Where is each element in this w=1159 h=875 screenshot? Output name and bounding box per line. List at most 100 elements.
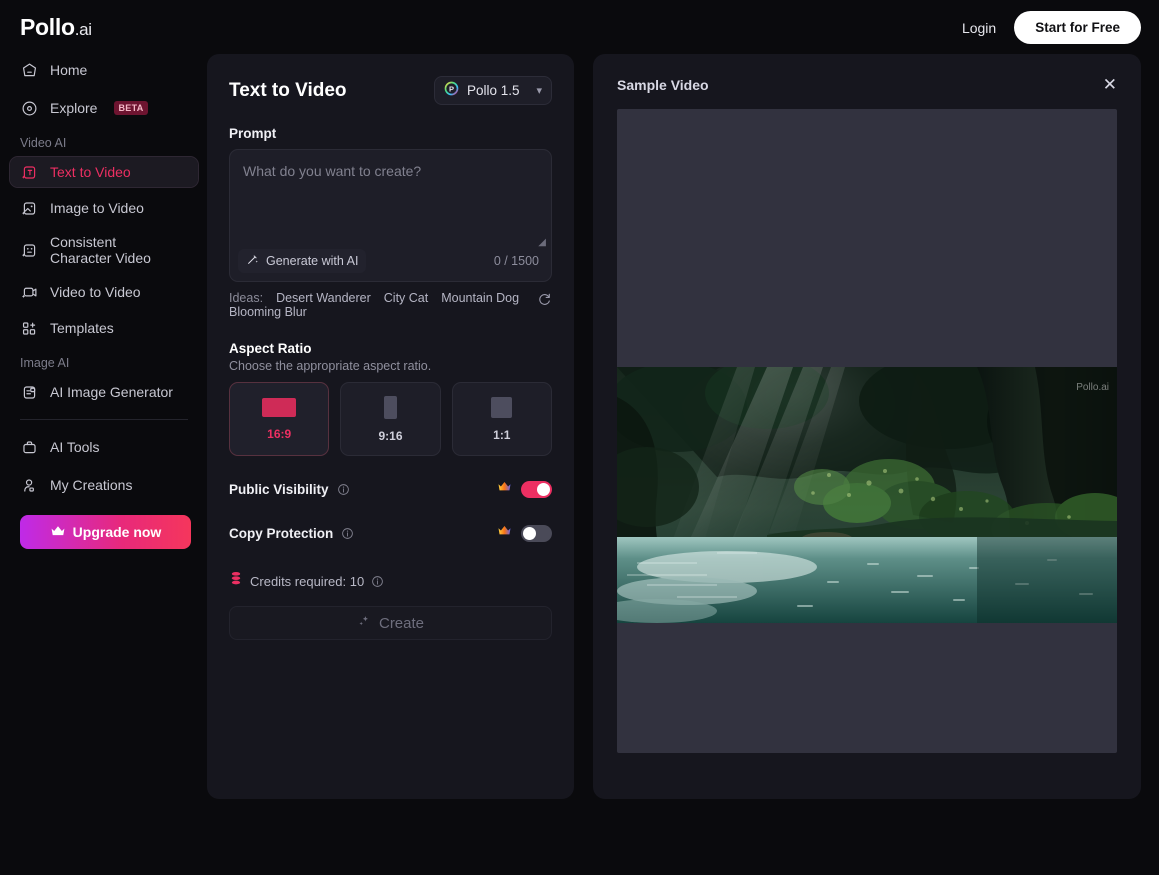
- crown-icon: [497, 524, 512, 542]
- toggle-knob: [523, 526, 536, 540]
- sidebar-item-image-to-video-label: Image to Video: [50, 199, 144, 216]
- aspect-ratio-1-1-label: 1:1: [493, 427, 511, 442]
- sidebar-item-explore[interactable]: Explore BETA: [10, 93, 198, 123]
- prompt-placeholder: What do you want to create?: [243, 163, 422, 179]
- sidebar-item-consistent-character-video[interactable]: Consistent Character Video: [10, 229, 198, 271]
- public-visibility-toggle[interactable]: [521, 480, 552, 498]
- upgrade-now-label: Upgrade now: [72, 524, 162, 540]
- chevron-down-icon: ▾: [536, 85, 542, 97]
- sidebar-item-ai-tools[interactable]: AI Tools: [10, 432, 198, 462]
- prompt-input[interactable]: What do you want to create? ◢ Generate w…: [229, 149, 552, 282]
- sidebar-item-video-to-video[interactable]: Video to Video: [10, 277, 198, 307]
- ai-image-generator-icon: [20, 383, 38, 401]
- sidebar-section-image-ai: Image AI: [20, 356, 70, 370]
- sidebar-item-consistent-character-video-label: Consistent Character Video: [50, 233, 151, 266]
- prompt-footer: Generate with AI 0 / 1500: [238, 249, 539, 273]
- compass-icon: [20, 99, 38, 117]
- copy-protection-label: Copy Protection: [229, 525, 334, 541]
- refresh-icon[interactable]: [537, 292, 552, 312]
- toolbox-icon: [20, 438, 38, 456]
- consistent-character-icon: [20, 241, 38, 259]
- sidebar-item-image-to-video[interactable]: Image to Video: [10, 193, 198, 223]
- login-link[interactable]: Login: [962, 20, 996, 36]
- sidebar-item-my-creations[interactable]: My Creations: [10, 470, 198, 500]
- home-icon: [20, 61, 38, 79]
- sidebar-item-my-creations-label: My Creations: [50, 476, 133, 493]
- aspect-ratio-1-1[interactable]: 1:1: [451, 382, 552, 456]
- sidebar: Home Explore BETA Video AI Text to Video: [0, 55, 208, 875]
- idea-chip-blooming-blur[interactable]: Blooming Blur: [229, 305, 528, 319]
- info-icon[interactable]: [337, 483, 350, 496]
- model-name-label: Pollo 1.5: [467, 83, 520, 98]
- copy-protection-toggle[interactable]: [521, 524, 552, 542]
- image-to-video-icon: [20, 199, 38, 217]
- resize-handle-icon[interactable]: ◢: [538, 237, 546, 248]
- ratio-shape-16-9: [262, 397, 297, 417]
- sample-video-panel: Sample Video ✕ Pollo.ai: [593, 54, 1141, 799]
- create-button[interactable]: Create: [229, 606, 552, 640]
- info-icon[interactable]: [371, 575, 384, 588]
- brand-logo[interactable]: Pollo.ai: [20, 14, 92, 41]
- aspect-ratio-16-9[interactable]: 16:9: [229, 382, 330, 456]
- sidebar-item-home-label: Home: [50, 61, 88, 78]
- public-visibility-controls: [497, 480, 552, 498]
- ratio-shape-9-16: [383, 395, 397, 419]
- watermark-suffix: .ai: [1098, 382, 1109, 393]
- aspect-ratio-9-16[interactable]: 9:16: [340, 382, 441, 456]
- public-visibility-row: Public Visibility: [229, 480, 552, 498]
- video-stage: Pollo.ai: [617, 109, 1117, 753]
- model-selector[interactable]: P Pollo 1.5 ▾: [434, 76, 552, 105]
- idea-chip-city-cat[interactable]: City Cat: [384, 291, 428, 305]
- magic-wand-icon: [246, 253, 259, 269]
- sidebar-item-templates[interactable]: Templates: [10, 313, 198, 343]
- aspect-ratio-9-16-label: 9:16: [378, 428, 403, 443]
- preview-title: Sample Video: [617, 76, 709, 93]
- video-to-video-icon: [20, 283, 38, 301]
- user-icon: [20, 476, 38, 494]
- sidebar-item-explore-label: Explore: [50, 99, 98, 116]
- info-icon[interactable]: [341, 527, 354, 540]
- watermark-name: Pollo: [1076, 382, 1099, 393]
- sidebar-item-templates-label: Templates: [50, 319, 114, 336]
- credits-required-row: Credits required: 10: [229, 571, 552, 591]
- sparkles-icon: [357, 614, 371, 632]
- text-to-video-icon: [20, 163, 38, 181]
- sidebar-divider: [20, 419, 188, 420]
- generate-with-ai-button[interactable]: Generate with AI: [238, 249, 367, 273]
- close-icon[interactable]: ✕: [1103, 76, 1117, 93]
- text-to-video-form-panel: Text to Video P Pollo 1.5 ▾ Prompt What …: [207, 54, 574, 799]
- character-counter: 0 / 1500: [493, 254, 539, 268]
- idea-chip-desert-wanderer[interactable]: Desert Wanderer: [276, 291, 371, 305]
- start-for-free-button[interactable]: Start for Free: [1014, 11, 1141, 44]
- sample-video-player[interactable]: Pollo.ai: [617, 367, 1117, 623]
- pollo-logo-icon: P: [444, 81, 459, 101]
- generate-with-ai-label: Generate with AI: [266, 254, 359, 268]
- ideas-row: Ideas: Desert Wanderer City Cat Mountain…: [229, 291, 552, 319]
- sidebar-item-home[interactable]: Home: [10, 55, 198, 85]
- preview-header: Sample Video ✕: [617, 76, 1117, 93]
- brand-suffix: .ai: [74, 20, 92, 39]
- prompt-label: Prompt: [229, 126, 277, 141]
- sidebar-item-ai-image-generator[interactable]: AI Image Generator: [10, 377, 198, 407]
- page-title: Text to Video: [229, 79, 347, 101]
- svg-text:P: P: [449, 84, 454, 93]
- idea-chip-mountain-dog[interactable]: Mountain Dog: [441, 291, 519, 305]
- aspect-ratio-title: Aspect Ratio: [229, 341, 312, 356]
- sidebar-section-video-ai: Video AI: [20, 136, 67, 150]
- top-bar: Pollo.ai Login Start for Free: [0, 0, 1159, 55]
- credits-coins-icon: [229, 571, 243, 591]
- sidebar-item-text-to-video-label: Text to Video: [50, 163, 131, 180]
- form-header: Text to Video P Pollo 1.5 ▾: [229, 76, 552, 105]
- sidebar-item-ai-tools-label: AI Tools: [50, 438, 100, 455]
- beta-badge: BETA: [114, 101, 148, 115]
- aspect-ratio-options: 16:9 9:16 1:1: [229, 382, 552, 456]
- sidebar-item-ai-image-generator-label: AI Image Generator: [50, 383, 173, 400]
- aspect-ratio-description: Choose the appropriate aspect ratio.: [229, 359, 432, 373]
- sidebar-item-text-to-video[interactable]: Text to Video: [9, 156, 199, 188]
- templates-icon: [20, 319, 38, 337]
- upgrade-now-button[interactable]: Upgrade now: [20, 515, 191, 549]
- brand-name: Pollo: [20, 14, 75, 40]
- copy-protection-row: Copy Protection: [229, 524, 552, 542]
- ideas-label: Ideas:: [229, 291, 264, 305]
- ratio-shape-1-1: [491, 396, 513, 418]
